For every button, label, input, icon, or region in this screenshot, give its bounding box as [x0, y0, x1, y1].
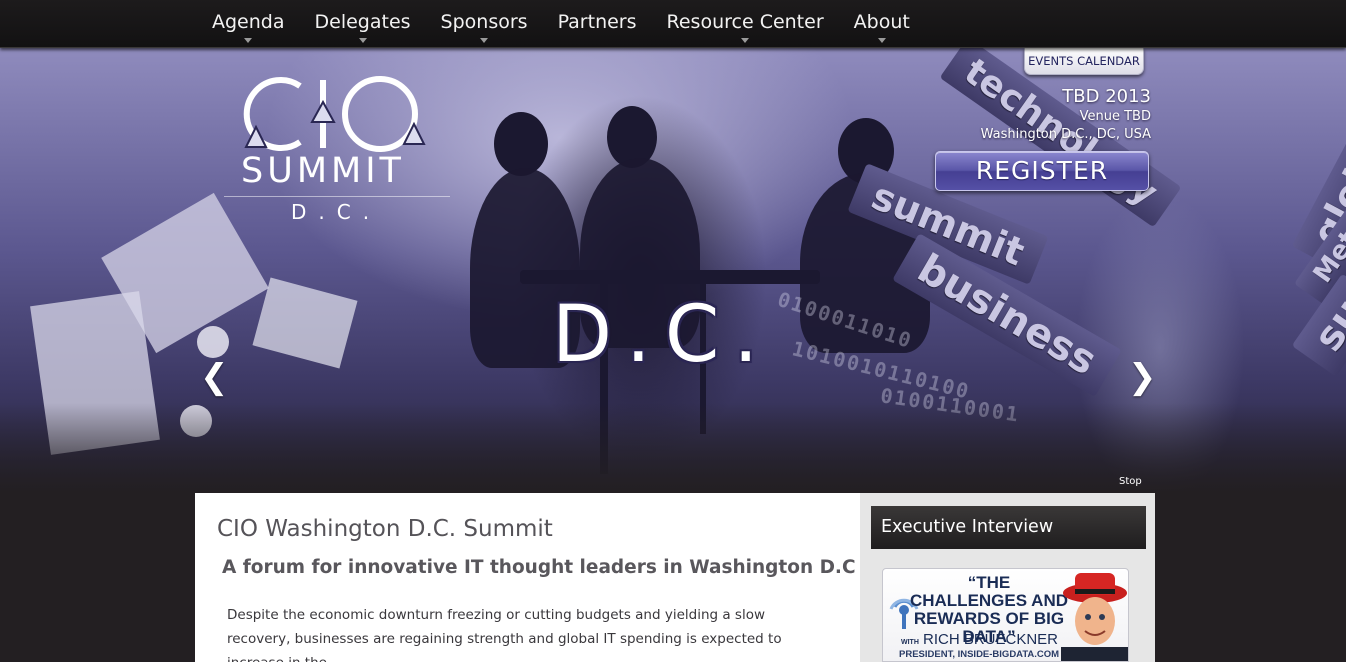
nav-item-resource-center[interactable]: Resource Center: [652, 0, 839, 48]
nav-item-label: Agenda: [212, 11, 285, 33]
top-navigation: Agenda Delegates Sponsors Partners Resource …: [0, 0, 1346, 48]
events-calendar-tab[interactable]: EVENTS CALENDAR: [1024, 48, 1144, 75]
slideshow-stop-link[interactable]: Stop: [1119, 476, 1142, 487]
nav-item-agenda[interactable]: Agenda: [197, 0, 300, 48]
logo-cio-mark: [243, 76, 426, 152]
nav-item-delegates[interactable]: Delegates: [300, 0, 426, 48]
interviewee-title: PRESIDENT, INSIDE-BIGDATA.COM: [899, 649, 1060, 660]
nav-item-about[interactable]: About: [839, 0, 925, 48]
silhouette-table: [520, 270, 820, 284]
slide-headline: D.C.: [552, 290, 773, 380]
cio-summit-logo[interactable]: SUMMIT D.C.: [224, 72, 454, 232]
nav-item-partners[interactable]: Partners: [543, 0, 652, 48]
previous-slide-arrow-icon[interactable]: ❮: [200, 360, 229, 394]
interviewee-name: RICH BRUECKNER: [923, 631, 1059, 648]
logo-divider: [224, 196, 450, 197]
main-content: CIO Washington D.C. Summit A forum for i…: [195, 493, 860, 662]
executive-interview-banner[interactable]: “THE CHALLENGES AND REWARDS OF BIG DATA”…: [882, 568, 1129, 662]
nav-item-label: Partners: [557, 11, 637, 33]
interview-with-label: WITH: [901, 639, 919, 646]
intro-paragraph: Despite the economic downturn freezing o…: [227, 607, 782, 662]
executive-interview-heading: Executive Interview: [871, 506, 1146, 549]
nav-items: Agenda Delegates Sponsors Partners Resource …: [197, 0, 925, 48]
nav-item-label: About: [853, 11, 910, 33]
dropdown-caret-icon: [741, 38, 750, 43]
background-cup: [197, 326, 229, 358]
logo-dc-text: D.C.: [291, 200, 382, 224]
dropdown-caret-icon: [480, 38, 489, 43]
page-subtitle: A forum for innovative IT thought leader…: [222, 557, 856, 578]
background-cup: [180, 405, 212, 437]
interviewee-portrait: [1061, 573, 1128, 661]
nav-item-label: Sponsors: [440, 11, 528, 33]
nav-item-label: Delegates: [314, 11, 411, 33]
logo-summit-text: SUMMIT: [241, 151, 405, 191]
event-venue: Venue TBD: [1079, 109, 1151, 124]
silhouette-head: [494, 112, 548, 176]
next-slide-arrow-icon[interactable]: ❯: [1128, 360, 1157, 394]
event-date: TBD 2013: [1062, 86, 1151, 107]
hero-slideshow: technology summit business global Met su…: [0, 48, 1346, 493]
event-info: TBD 2013 Venue TBD Washington D.C., DC, …: [981, 86, 1151, 144]
background-paper: [252, 277, 358, 369]
event-location: Washington D.C., DC, USA: [980, 127, 1151, 142]
nav-item-sponsors[interactable]: Sponsors: [426, 0, 543, 48]
dropdown-caret-icon: [358, 38, 367, 43]
background-paper: [30, 291, 160, 455]
register-button[interactable]: REGISTER: [935, 151, 1149, 191]
nav-item-label: Resource Center: [666, 11, 824, 33]
sidebar: Executive Interview “THE CHALLENGES AND …: [860, 493, 1155, 662]
page-title: CIO Washington D.C. Summit: [217, 516, 553, 542]
dropdown-caret-icon: [244, 38, 253, 43]
dropdown-caret-icon: [877, 38, 886, 43]
